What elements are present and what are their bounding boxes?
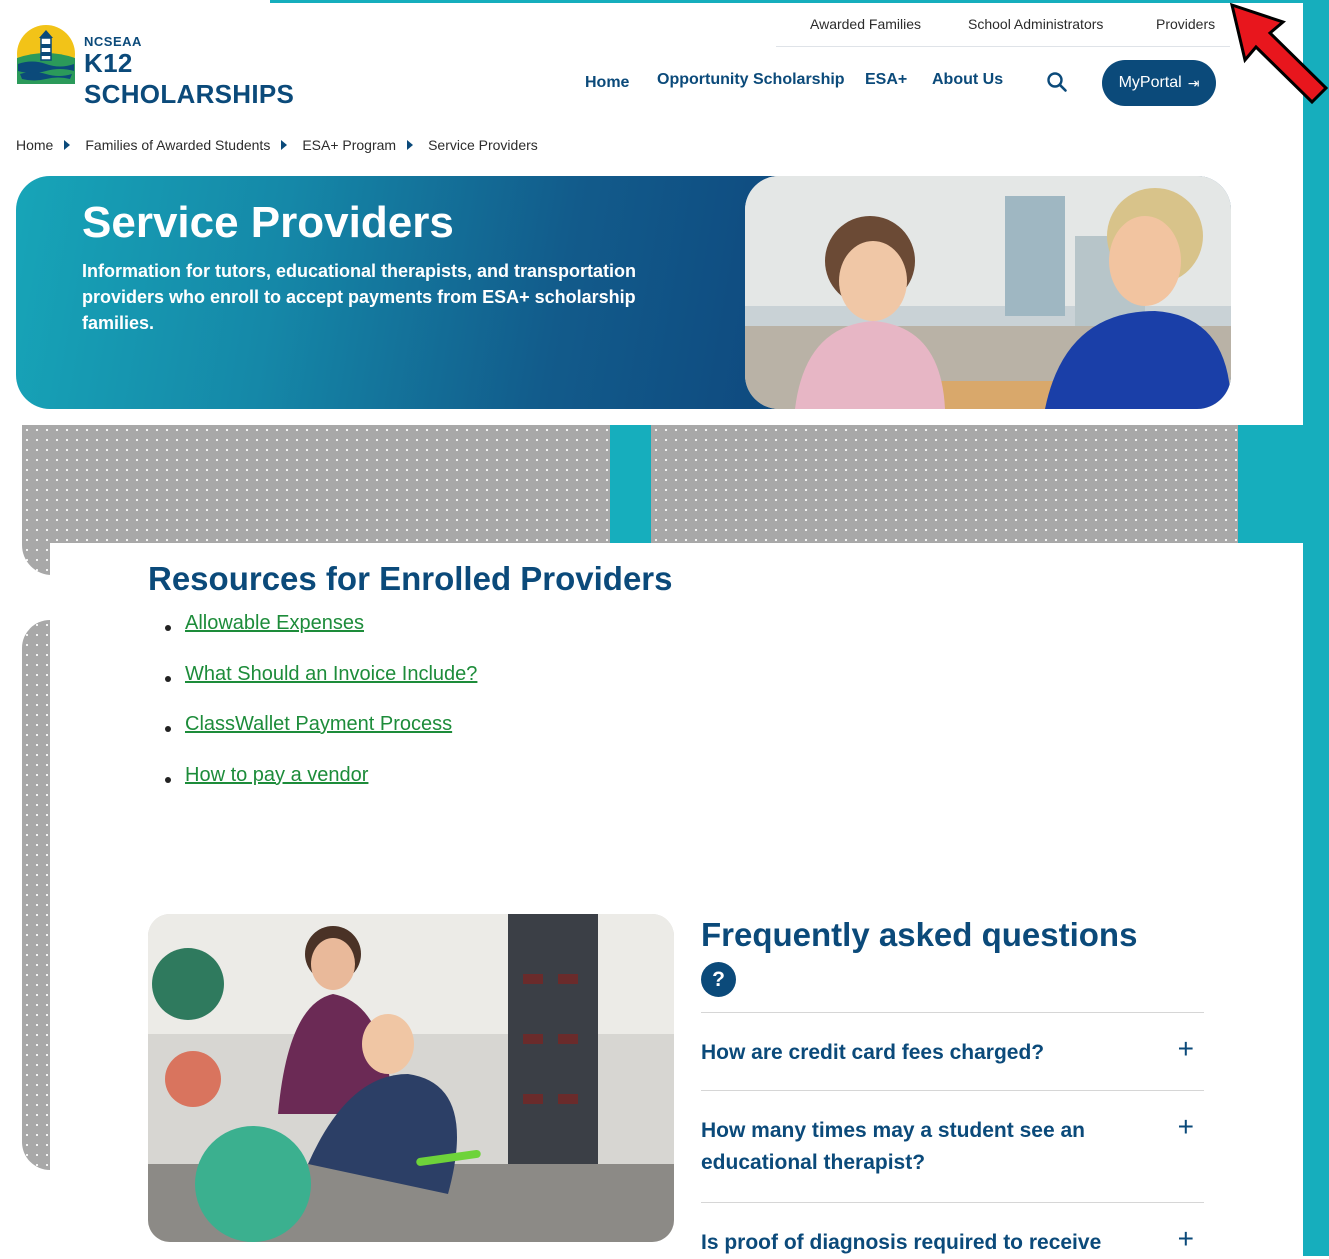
breadcrumb-families[interactable]: Families of Awarded Students (85, 137, 270, 153)
expand-plus-icon[interactable]: + (1178, 1223, 1194, 1255)
logo-site-name: K12 SCHOLARSHIPS (84, 48, 295, 109)
hero-banner: Service Providers Information for tutors… (16, 176, 1231, 409)
top-accent-strip (270, 0, 1303, 3)
hero-photo-tutor-with-child (745, 176, 1231, 409)
search-icon[interactable] (1046, 71, 1068, 93)
breadcrumb: Home Families of Awarded Students ESA+ P… (16, 137, 538, 153)
nav-esa-plus[interactable]: ESA+ (865, 71, 907, 89)
faq-question[interactable]: Is proof of diagnosis required to receiv… (701, 1227, 1171, 1259)
expand-plus-icon[interactable]: + (1178, 1111, 1194, 1143)
decorative-dotted-edge (22, 620, 50, 1170)
decorative-dotted-panel (651, 425, 1238, 543)
faq-photo-therapist-with-boy (148, 914, 674, 1242)
util-link-school-administrators[interactable]: School Administrators (968, 16, 1103, 32)
utility-nav: Awarded Families School Administrators P… (776, 8, 1230, 47)
breadcrumb-separator-icon (64, 140, 71, 150)
resources-heading: Resources for Enrolled Providers (148, 560, 673, 597)
question-mark-icon: ? (701, 962, 736, 997)
faq-accordion-item[interactable]: How are credit card fees charged? + (701, 1012, 1204, 1091)
logo-agency-name: NCSEAA (84, 34, 142, 49)
link-allowable-expenses[interactable]: Allowable Expenses (185, 612, 364, 634)
link-classwallet-payment[interactable]: ClassWallet Payment Process (185, 713, 452, 735)
faq-accordion-item[interactable]: Is proof of diagnosis required to receiv… (701, 1202, 1204, 1257)
util-link-awarded-families[interactable]: Awarded Families (810, 16, 921, 32)
breadcrumb-esa-program[interactable]: ESA+ Program (302, 137, 396, 153)
list-item: ClassWallet Payment Process (162, 713, 477, 764)
faq-heading: Frequently asked questions (701, 916, 1138, 953)
nav-home[interactable]: Home (585, 74, 629, 92)
list-item: How to pay a vendor (162, 764, 477, 815)
nav-opportunity-scholarship[interactable]: Opportunity Scholarship (657, 71, 845, 89)
lighthouse-logo-icon (17, 25, 75, 84)
breadcrumb-separator-icon (407, 140, 414, 150)
login-icon: ⇥ (1187, 74, 1200, 91)
link-pay-vendor[interactable]: How to pay a vendor (185, 764, 368, 786)
annotation-arrow-icon (1229, 2, 1329, 104)
breadcrumb-current: Service Providers (428, 137, 538, 153)
faq-question[interactable]: How many times may a student see an educ… (701, 1115, 1141, 1179)
breadcrumb-separator-icon (281, 140, 288, 150)
expand-plus-icon[interactable]: + (1178, 1033, 1194, 1065)
link-invoice-include[interactable]: What Should an Invoice Include? (185, 663, 477, 685)
faq-question[interactable]: How are credit card fees charged? (701, 1037, 1141, 1069)
site-logo[interactable]: NCSEAA K12 SCHOLARSHIPS (16, 24, 346, 109)
decorative-teal-gap (610, 425, 651, 543)
myportal-label: MyPortal (1118, 74, 1182, 91)
nav-about-us[interactable]: About Us (932, 71, 1003, 89)
breadcrumb-home[interactable]: Home (16, 137, 53, 153)
hero-subtitle: Information for tutors, educational ther… (82, 261, 637, 333)
resources-list: Allowable Expenses What Should an Invoic… (162, 612, 477, 814)
decorative-teal-band (1238, 425, 1303, 543)
faq-accordion-item[interactable]: How many times may a student see an educ… (701, 1090, 1204, 1203)
page-title: Service Providers (82, 198, 454, 247)
list-item: What Should an Invoice Include? (162, 663, 477, 714)
myportal-button[interactable]: MyPortal ⇥ (1102, 60, 1216, 106)
page-right-border (1303, 0, 1329, 1256)
list-item: Allowable Expenses (162, 612, 477, 663)
util-link-providers[interactable]: Providers (1156, 16, 1215, 32)
